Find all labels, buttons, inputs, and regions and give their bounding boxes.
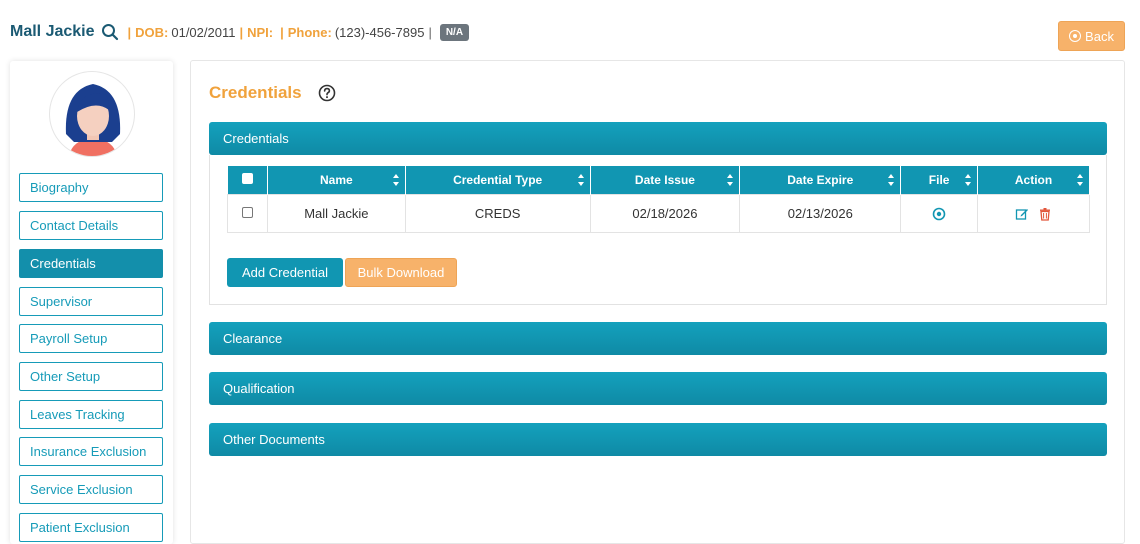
- sort-icon[interactable]: [727, 174, 734, 186]
- back-icon: [1069, 30, 1082, 42]
- column-header-name[interactable]: Name: [267, 166, 406, 194]
- sidebar-item-service-exclusion[interactable]: Service Exclusion: [19, 475, 163, 504]
- sort-icon[interactable]: [965, 174, 972, 186]
- column-header-credential-type[interactable]: Credential Type: [405, 166, 591, 194]
- separator: |: [280, 24, 284, 40]
- column-header-file[interactable]: File: [900, 166, 979, 194]
- credentials-panel-body: Name Credential Type Date Issue Date Exp…: [209, 155, 1107, 305]
- row-checkbox[interactable]: [241, 206, 253, 218]
- panel-header-clearance[interactable]: Clearance: [209, 322, 1107, 355]
- cell-date-expire: 02/13/2026: [739, 193, 902, 233]
- table-header-row: Name Credential Type Date Issue Date Exp…: [227, 166, 1090, 194]
- help-icon[interactable]: [318, 84, 336, 102]
- delete-icon[interactable]: [1038, 207, 1052, 221]
- page-title: Credentials: [209, 83, 302, 102]
- phone-label: Phone:: [287, 24, 332, 40]
- dob-value: 01/02/2011: [171, 24, 236, 40]
- column-header-date-issue[interactable]: Date Issue: [590, 166, 741, 194]
- separator: |: [127, 24, 132, 40]
- sidebar-item-payroll-setup[interactable]: Payroll Setup: [19, 324, 163, 353]
- sidebar-item-biography[interactable]: Biography: [19, 173, 163, 202]
- sort-icon[interactable]: [888, 174, 895, 186]
- select-all-checkbox[interactable]: [241, 172, 253, 184]
- cell-date-issue: 02/18/2026: [589, 193, 741, 233]
- back-button[interactable]: Back: [1058, 21, 1125, 51]
- sidebar-item-supervisor[interactable]: Supervisor: [19, 287, 163, 316]
- select-all-header[interactable]: [227, 166, 268, 194]
- panel-header-qualification[interactable]: Qualification: [209, 372, 1107, 405]
- panel-header-other-documents[interactable]: Other Documents: [209, 423, 1107, 456]
- sidebar-item-insurance-exclusion[interactable]: Insurance Exclusion: [19, 437, 163, 466]
- sort-icon[interactable]: [1077, 174, 1083, 186]
- avatar: [49, 71, 135, 157]
- avatar-image: [65, 84, 121, 156]
- main-content: Credentials Credentials Name Credential …: [190, 60, 1125, 544]
- sidebar-item-other-setup[interactable]: Other Setup: [19, 362, 163, 391]
- edit-icon[interactable]: [1015, 207, 1029, 221]
- column-header-date-expire[interactable]: Date Expire: [739, 166, 902, 194]
- cell-file: [900, 193, 979, 233]
- back-button-label: Back: [1085, 28, 1114, 44]
- panel-header-credentials[interactable]: Credentials: [209, 122, 1107, 155]
- sidebar: Biography Contact Details Credentials Su…: [10, 61, 173, 544]
- patient-header: Mall Jackie | DOB: 01/02/2011 | NPI: | P…: [10, 20, 470, 44]
- status-badge: N/A: [439, 23, 470, 41]
- sort-icon[interactable]: [392, 174, 399, 186]
- row-select-cell: [227, 193, 268, 233]
- sidebar-item-patient-exclusion[interactable]: Patient Exclusion: [19, 513, 163, 542]
- view-file-icon[interactable]: [932, 207, 946, 221]
- cell-action: [977, 193, 1090, 233]
- sidebar-item-leaves-tracking[interactable]: Leaves Tracking: [19, 400, 163, 429]
- cell-name: Mall Jackie: [266, 193, 406, 233]
- npi-label: NPI:: [247, 24, 274, 40]
- phone-value: (123)-456-7895: [334, 24, 425, 40]
- patient-name: Mall Jackie: [10, 23, 95, 40]
- cell-credential-type: CREDS: [404, 193, 591, 233]
- sidebar-item-credentials[interactable]: Credentials: [19, 249, 163, 278]
- separator: |: [239, 24, 244, 40]
- credentials-table: Name Credential Type Date Issue Date Exp…: [227, 166, 1090, 233]
- column-header-action[interactable]: Action: [977, 166, 1090, 194]
- dob-label: DOB:: [135, 24, 169, 40]
- sort-icon[interactable]: [577, 174, 584, 186]
- add-credential-button[interactable]: Add Credential: [227, 258, 343, 287]
- table-row: Mall Jackie CREDS 02/18/2026 02/13/2026: [227, 193, 1090, 233]
- sidebar-item-contact-details[interactable]: Contact Details: [19, 211, 163, 240]
- separator: |: [428, 24, 432, 40]
- search-icon[interactable]: [101, 23, 119, 41]
- bulk-download-button[interactable]: Bulk Download: [345, 258, 457, 287]
